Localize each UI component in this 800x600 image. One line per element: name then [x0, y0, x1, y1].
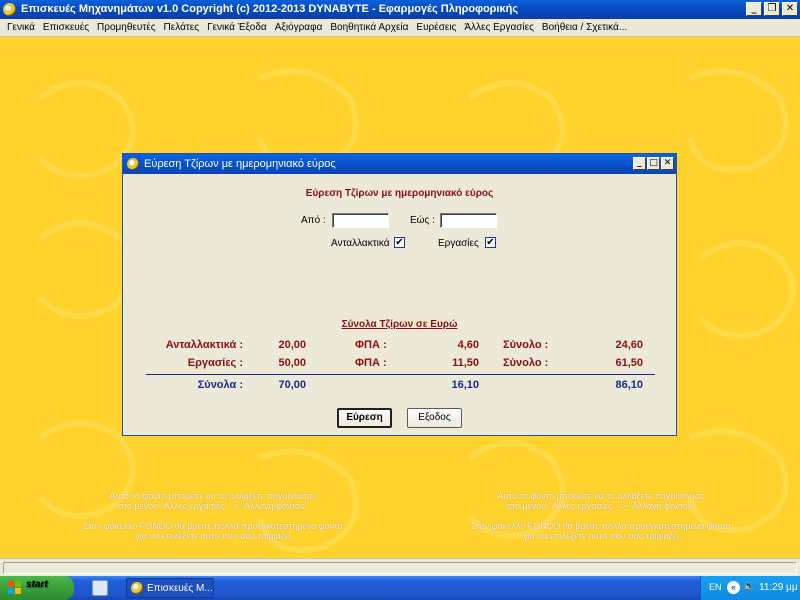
menu-item-help-about[interactable]: Βοήθεια / Σχετικά...: [538, 22, 631, 33]
totals-grand-value: 86,10: [615, 379, 643, 391]
menu-item-securities[interactable]: Αξιόγραφα: [271, 22, 327, 33]
menu-item-suppliers[interactable]: Προμηθευτές: [93, 22, 160, 33]
taskbar-app-icon: [131, 582, 143, 594]
note-line: στο μενού "Αλλες εργασίες" -> "Αλλαγή φό…: [117, 501, 308, 511]
volume-icon[interactable]: 🔈: [743, 581, 755, 594]
background-note-right: Αυτό το φόντο μπορείτε να το αλλάξετε πη…: [466, 491, 736, 541]
background-note-left: Αυτό το φόντο μπορείτε να το αλλάξετε πη…: [78, 491, 348, 541]
from-date-input[interactable]: [332, 213, 389, 228]
jobs-vat-value: 11,50: [452, 357, 479, 369]
note-line: στο μενού "Αλλες εργασίες" -> "Αλλαγή φό…: [505, 501, 696, 511]
start-button[interactable]: start: [0, 576, 74, 600]
jobs-total-label: Σύνολο :: [503, 357, 549, 369]
status-panel: [3, 562, 797, 574]
to-date-input[interactable]: [440, 213, 497, 228]
language-indicator[interactable]: EN: [709, 582, 722, 592]
dialog-body: Εύρεση Τζίρων με ημερομηνιακό εύρος Από …: [123, 174, 676, 435]
close-button[interactable]: ✕: [782, 2, 798, 16]
note-line: για να επιλέξετε αυτό που σας ταιριάζει: [135, 531, 291, 541]
menu-item-general-expenses[interactable]: Γενικά Έξοδα: [203, 22, 271, 33]
system-tray: EN « 🔈 11:29 μμ: [700, 576, 800, 600]
tray-expand-icon[interactable]: «: [727, 581, 740, 594]
spare-parts-label: Ανταλλακτικά: [331, 238, 390, 249]
menu-item-customers[interactable]: Πελάτες: [160, 22, 204, 33]
minimize-button[interactable]: _: [746, 2, 762, 16]
jobs-net-value: 50,00: [278, 357, 306, 369]
from-label: Από :: [301, 215, 326, 226]
dialog-close-button[interactable]: ✕: [661, 157, 674, 170]
spare-parts-total-label: Σύνολο :: [503, 339, 549, 351]
note-line: Στον φάκελλο FONDO θα βρείτε πολλά προεγ…: [83, 521, 343, 531]
totals-label: Σύνολα :: [197, 379, 243, 391]
search-button[interactable]: Εύρεση: [337, 408, 392, 428]
jobs-label: Εργασίες: [438, 238, 479, 249]
menu-item-other-tasks[interactable]: Άλλες Εργασίες: [460, 22, 538, 33]
totals-vat-value: 16,10: [451, 379, 479, 391]
menu-item-repairs[interactable]: Επισκευές: [39, 22, 93, 33]
spare-parts-total-value: 24,60: [615, 339, 643, 351]
note-line: Στον φάκελλο FONDO θα βρείτε πολλά προεγ…: [471, 521, 731, 531]
quick-launch-icon[interactable]: [92, 580, 108, 596]
window-title: Επισκευές Μηχανημάτων v1.0 Copyright (c)…: [21, 3, 519, 15]
start-label: start: [26, 579, 48, 590]
spare-parts-row-label: Ανταλλακτικά :: [165, 339, 243, 351]
clock: 11:29 μμ: [759, 582, 798, 593]
note-line: για να επιλέξετε αυτό που σας ταιριάζει: [523, 531, 679, 541]
windows-flag-icon: [8, 581, 21, 594]
menu-item-auxiliary-files[interactable]: Βοηθητικά Αρχεία: [326, 22, 412, 33]
taskbar: start Επισκευές Μ... EN « 🔈 11:29 μμ: [0, 576, 800, 600]
spare-parts-vat-label: ΦΠΑ :: [355, 339, 387, 351]
note-line: Αυτό το φόντο μπορείτε να το αλλάξετε πη…: [109, 491, 317, 501]
menu-item-searches[interactable]: Ευρέσεις: [412, 22, 460, 33]
dialog-minimize-button[interactable]: _: [633, 157, 646, 170]
dialog-title-bar: Εύρεση Τζίρων με ημερομηνιακό εύρος _ □ …: [123, 154, 676, 174]
note-line: Αυτό το φόντο μπορείτε να το αλλάξετε πη…: [497, 491, 705, 501]
status-bar: [0, 558, 800, 576]
spare-parts-vat-value: 4,60: [457, 339, 479, 351]
dialog-maximize-button[interactable]: □: [647, 157, 660, 170]
spare-parts-net-value: 20,00: [278, 339, 306, 351]
jobs-total-value: 61,50: [615, 357, 643, 369]
taskbar-app-label: Επισκευές Μ...: [147, 583, 213, 594]
jobs-row-label: Εργασίες :: [187, 357, 243, 369]
dialog-title: Εύρεση Τζίρων με ημερομηνιακό εύρος: [144, 158, 336, 170]
taskbar-item-app[interactable]: Επισκευές Μ...: [126, 578, 214, 598]
app-icon: [3, 3, 16, 16]
menu-item-general[interactable]: Γενικά: [3, 22, 39, 33]
jobs-vat-label: ΦΠΑ :: [355, 357, 387, 369]
to-label: Εώς :: [410, 215, 435, 226]
spare-parts-checkbox[interactable]: ✔: [394, 237, 405, 248]
exit-button[interactable]: Εξοδος: [407, 408, 462, 428]
main-title-bar: Επισκευές Μηχανημάτων v1.0 Copyright (c)…: [0, 0, 800, 19]
dialog-icon: [127, 158, 139, 170]
restore-button[interactable]: ❐: [764, 2, 780, 16]
turnover-dialog: Εύρεση Τζίρων με ημερομηνιακό εύρος _ □ …: [122, 153, 677, 436]
jobs-checkbox[interactable]: ✔: [485, 237, 496, 248]
summary-title: Σύνολα Τζίρων σε Ευρώ: [341, 319, 458, 330]
menu-bar: Γενικά Επισκευές Προμηθευτές Πελάτες Γεν…: [0, 19, 800, 37]
totals-net-value: 70,00: [278, 379, 306, 391]
totals-separator: [146, 374, 655, 375]
dialog-heading: Εύρεση Τζίρων με ημερομηνιακό εύρος: [305, 188, 494, 199]
